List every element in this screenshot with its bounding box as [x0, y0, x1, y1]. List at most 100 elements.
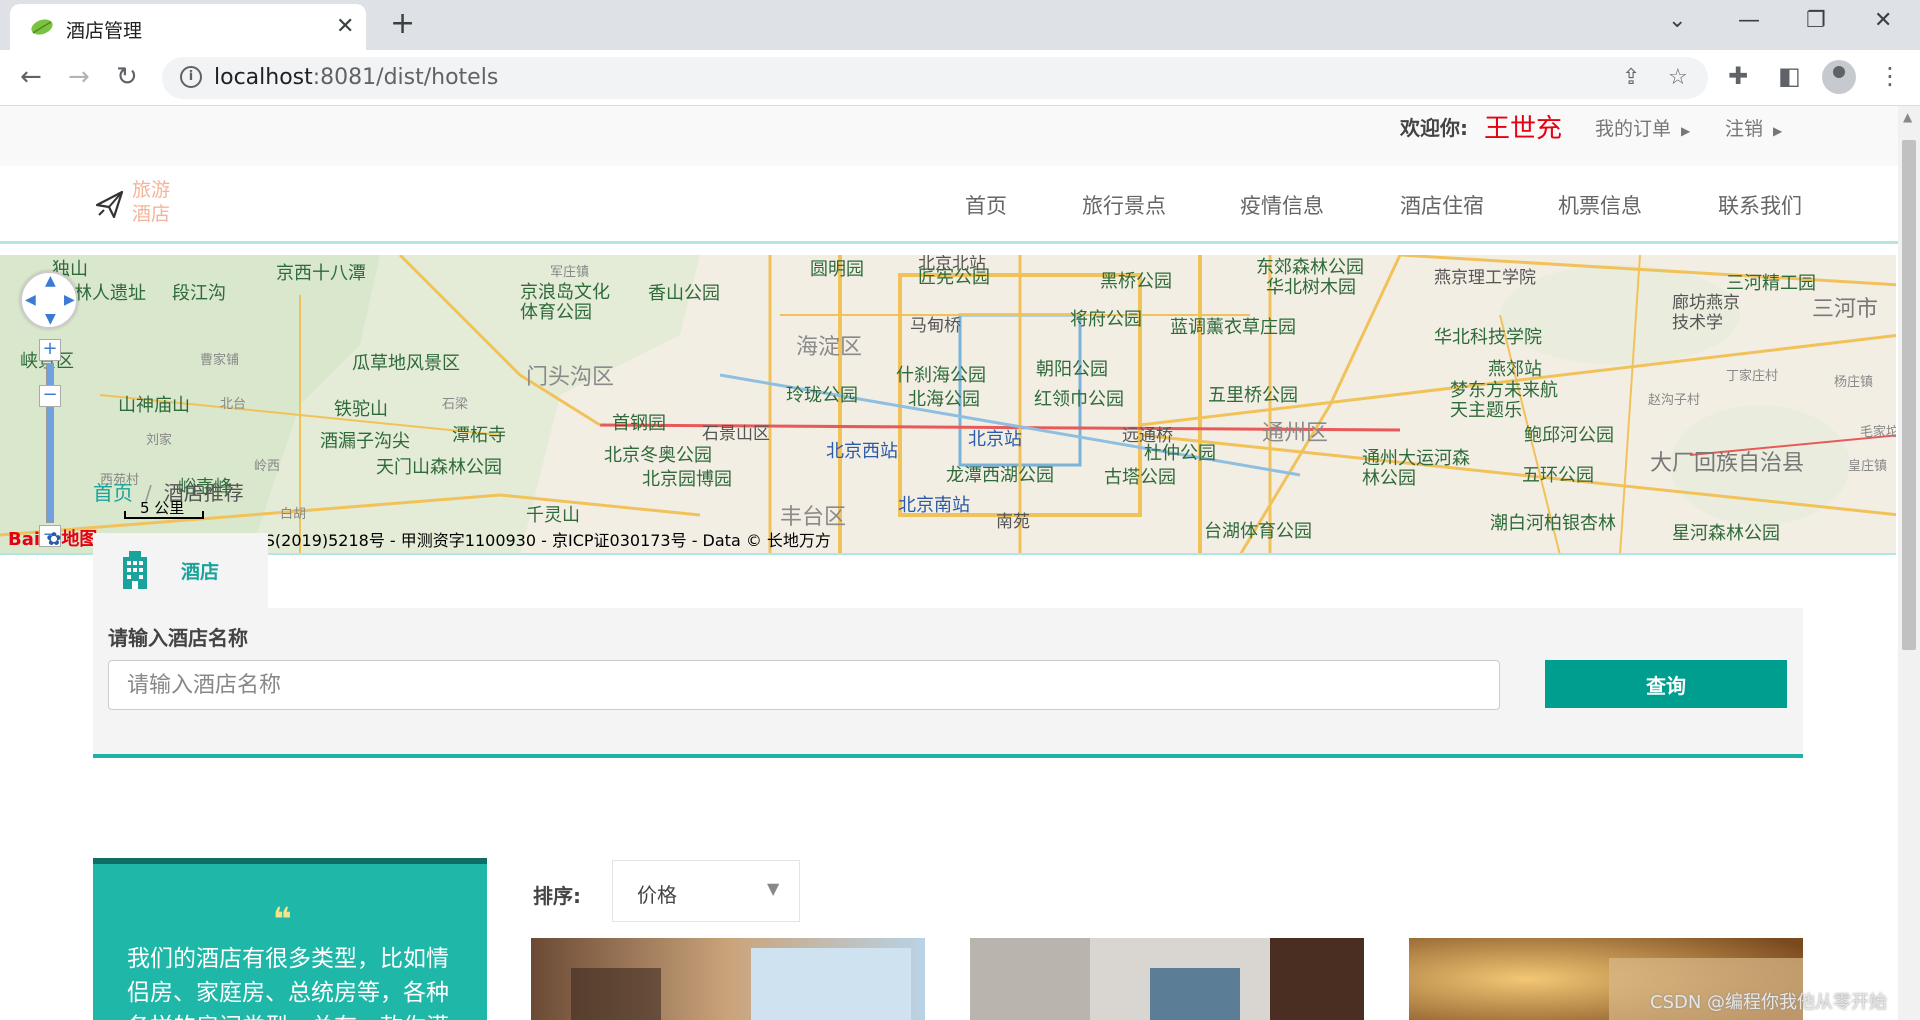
logout-link[interactable]: 注销 ▶ [1725, 114, 1782, 141]
breadcrumb-home[interactable]: 首页 [93, 481, 133, 505]
nav-home[interactable]: 首页 [965, 190, 1007, 220]
map-label: 蓝调薰衣草庄园 [1170, 317, 1296, 338]
my-orders-link[interactable]: 我的订单 ▶ [1595, 114, 1690, 141]
map-label: 五里桥公园 [1208, 385, 1298, 406]
hotel-card-image[interactable] [531, 938, 925, 1020]
profile-avatar-icon[interactable] [1822, 60, 1856, 94]
map-label: 廊坊燕京技术学 [1672, 293, 1740, 333]
nav-hotels[interactable]: 酒店住宿 [1400, 190, 1484, 220]
baidu-logo-text: Bai [8, 529, 41, 550]
map-label: 红领巾公园 [1034, 389, 1124, 410]
building-icon [123, 551, 147, 589]
hotel-name-input[interactable] [108, 660, 1500, 710]
search-panel: 请输入酒店名称 查询 [93, 608, 1803, 758]
map-label: 石梁 [442, 397, 469, 412]
scroll-up-icon[interactable]: ▲ [1903, 110, 1912, 124]
pan-left-icon[interactable]: ◀ [25, 292, 36, 308]
logo-line-1: 旅游 [132, 179, 171, 201]
logout-label: 注销 [1725, 118, 1764, 140]
back-icon[interactable]: ← [20, 62, 42, 92]
nav-flights[interactable]: 机票信息 [1558, 190, 1642, 220]
close-window-icon[interactable]: ✕ [1874, 8, 1892, 33]
map-label: 岭西 [254, 459, 281, 474]
map-label: 华北树木园 [1266, 277, 1356, 298]
pan-up-icon[interactable]: ▲ [45, 273, 56, 289]
map-label: 华北科技学院 [1434, 327, 1542, 348]
map-label: 杜仲公园 [1144, 443, 1216, 464]
promo-text: 我们的酒店有很多类型，比如情侣房、家庭房、总统房等，各种各样的房间类型，总有一款… [127, 946, 449, 1020]
map-label: 北京站 [968, 429, 1022, 450]
map-label: 北京西站 [826, 441, 898, 462]
site-info-icon[interactable]: i [180, 66, 202, 88]
map-label: 鲍邱河公园 [1524, 425, 1614, 446]
nav-epidemic[interactable]: 疫情信息 [1240, 190, 1324, 220]
site-logo-text[interactable]: 旅游 酒店 [132, 178, 170, 226]
url-text[interactable]: localhost:8081/dist/hotels [214, 65, 498, 90]
caret-right-icon: ▶ [1773, 124, 1783, 138]
scrollbar-thumb[interactable] [1902, 140, 1916, 650]
search-label: 请输入酒店名称 [108, 626, 248, 650]
share-icon[interactable]: ⇪ [1622, 65, 1640, 90]
tab-hotel[interactable]: 酒店 [93, 533, 268, 608]
search-button[interactable]: 查询 [1545, 660, 1787, 708]
map-label: 海淀区 [796, 335, 863, 360]
map-label: 北海公园 [908, 389, 980, 410]
map-label: 什刹海公园 [896, 365, 986, 386]
map-label: 段江沟 [172, 283, 226, 304]
map-label: 北京冬奥公园 [604, 445, 712, 466]
tab-hotel-label: 酒店 [181, 561, 220, 583]
map-label: 通州区 [1262, 421, 1329, 446]
web-page: 欢迎你: 王世充 我的订单 ▶ 注销 ▶ 旅游 酒店 首页 旅行景点 疫情信息 酒店… [0, 106, 1898, 1020]
map-label: 京浪岛文化体育公园 [520, 282, 610, 323]
menu-kebab-icon[interactable]: ⋮ [1878, 62, 1902, 90]
new-tab-icon[interactable]: + [390, 6, 415, 41]
side-panel-icon[interactable]: ◧ [1778, 62, 1801, 90]
forward-icon[interactable]: → [68, 62, 90, 92]
zoom-slider-handle[interactable]: − [39, 385, 61, 407]
map-label: 酒漏子沟尖 [320, 431, 410, 452]
baidu-map[interactable]: 独山 京西十八潭 军庄镇 圆明园 北京北站 匠宪公园 黑桥公园 东郊森林公园 华… [0, 255, 1896, 555]
map-label: 潮白河柏银杏林 [1490, 513, 1616, 534]
nav-attractions[interactable]: 旅行景点 [1082, 190, 1166, 220]
tab-search-chevron-icon[interactable]: ⌄ [1668, 8, 1686, 33]
reload-icon[interactable]: ↻ [116, 62, 138, 92]
map-label: 毛家坨 [1860, 425, 1896, 440]
hotel-card-image[interactable] [970, 938, 1364, 1020]
restore-icon[interactable]: ❐ [1806, 8, 1826, 33]
minimize-icon[interactable]: — [1738, 8, 1760, 33]
pan-down-icon[interactable]: ▼ [45, 311, 56, 327]
pan-right-icon[interactable]: ▶ [64, 292, 75, 308]
close-tab-icon[interactable]: ✕ [336, 14, 354, 39]
airplane-logo-icon[interactable] [94, 188, 126, 220]
map-label: 五环公园 [1522, 465, 1594, 486]
browser-tab[interactable]: 酒店管理 ✕ [10, 4, 366, 50]
omnibox[interactable]: i localhost:8081/dist/hotels ⇪ ☆ [162, 57, 1708, 99]
address-bar: ← → ↻ i localhost:8081/dist/hotels ⇪ ☆ ✚… [0, 50, 1920, 106]
bookmark-star-icon[interactable]: ☆ [1668, 65, 1688, 90]
extensions-puzzle-icon[interactable]: ✚ [1728, 62, 1748, 90]
baidu-map-logo[interactable]: Bai ✿地图 [8, 525, 97, 551]
map-label: 三河市 [1812, 297, 1879, 322]
map-label: 圆明园 [810, 259, 864, 280]
map-label: 台湖体育公园 [1204, 521, 1312, 542]
map-label: 杨庄镇 [1834, 375, 1874, 390]
zoom-in-button[interactable]: + [39, 339, 61, 361]
nav-contact[interactable]: 联系我们 [1718, 190, 1802, 220]
map-label: 军庄镇 [550, 265, 590, 280]
map-label: 大厂回族自治县 [1650, 451, 1805, 476]
user-topbar: 欢迎你: 王世充 我的订单 ▶ 注销 ▶ [0, 106, 1898, 166]
page-scrollbar[interactable]: ▲ [1898, 106, 1920, 1020]
map-label: 瓜草地风景区 [352, 353, 460, 374]
map-label: 梦东方未来航天主题乐 [1450, 380, 1558, 421]
map-pan-control[interactable]: ▲ ▼ ◀ ▶ [20, 271, 78, 329]
logo-line-2: 酒店 [132, 203, 171, 225]
sort-select[interactable]: 价格 ▼ [612, 860, 800, 922]
map-label: 皇庄镇 [1848, 459, 1888, 474]
map-label: 曹家铺 [200, 353, 240, 368]
url-path: :8081/dist/hotels [312, 65, 499, 90]
map-label: 朝阳公园 [1036, 359, 1108, 380]
breadcrumb-separator: / [145, 481, 152, 505]
promo-panel: ❝ 我们的酒店有很多类型，比如情侣房、家庭房、总统房等，各种各样的房间类型，总有… [93, 858, 487, 1020]
map-label: 赵沟子村 [1648, 393, 1701, 408]
map-label: 林人遗址 [74, 283, 146, 304]
